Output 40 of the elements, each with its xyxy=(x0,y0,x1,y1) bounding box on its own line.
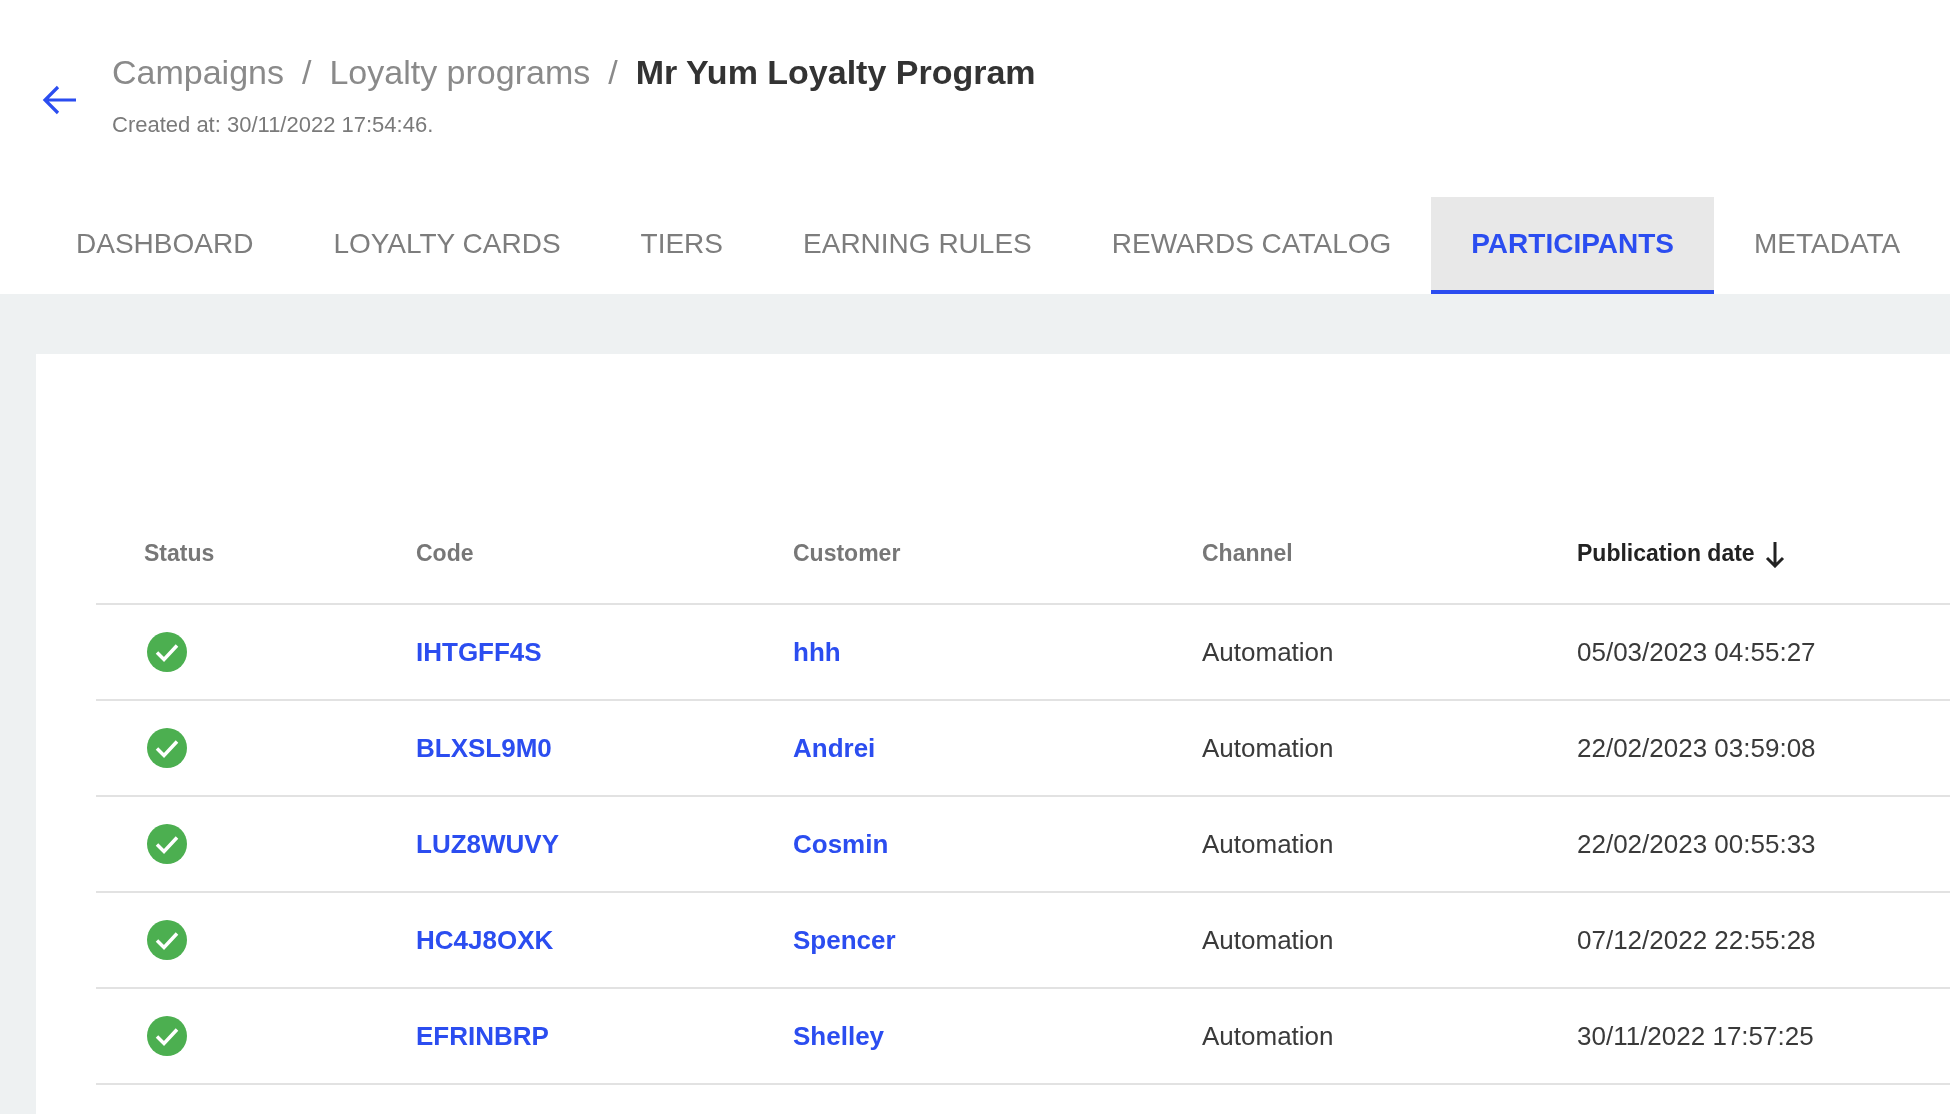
date-text: 30/11/2022 17:57:25 xyxy=(1577,1020,1814,1051)
channel-text: Automation xyxy=(1202,924,1334,955)
date-text: 05/03/2023 04:55:27 xyxy=(1577,636,1816,667)
customer-link[interactable]: Cosmin xyxy=(793,828,889,859)
breadcrumb-link[interactable]: Campaigns xyxy=(112,46,284,98)
code-link[interactable]: LUZ8WUVY xyxy=(416,828,559,859)
breadcrumb-separator: / xyxy=(608,51,618,93)
code-link[interactable]: HC4J8OXK xyxy=(416,924,554,955)
tab[interactable]: LOYALTY CARDS xyxy=(293,197,601,294)
date-text: 22/02/2023 03:59:08 xyxy=(1577,732,1816,763)
code-link[interactable]: IHTGFF4S xyxy=(416,636,542,667)
tab[interactable]: PARTICIPANTS xyxy=(1431,197,1714,294)
tab[interactable]: TIERS xyxy=(600,197,764,294)
tab[interactable]: DASHBOARD xyxy=(36,197,294,294)
channel-text: Automation xyxy=(1202,636,1334,667)
channel-text: Automation xyxy=(1202,1020,1334,1051)
customer-link[interactable]: hhh xyxy=(793,636,841,667)
breadcrumb-current: Mr Yum Loyalty Program xyxy=(635,51,1036,93)
channel-text: Automation xyxy=(1202,732,1334,763)
column-header[interactable]: Publication date xyxy=(1577,536,1755,571)
column-header[interactable]: Status xyxy=(144,536,215,571)
tab[interactable]: REWARDS CATALOG xyxy=(1071,197,1432,294)
column-header[interactable]: Code xyxy=(416,536,474,571)
back-arrow-icon xyxy=(42,84,78,116)
date-text: 07/12/2022 22:55:28 xyxy=(1577,924,1816,955)
date-text: 22/02/2023 00:55:33 xyxy=(1577,828,1816,859)
tab[interactable]: METADATA xyxy=(1714,197,1941,294)
tab[interactable]: EARNING RULES xyxy=(763,197,1072,294)
code-link[interactable]: EFRINBRP xyxy=(416,1020,549,1051)
column-header[interactable]: Channel xyxy=(1202,536,1293,571)
breadcrumb-link[interactable]: Loyalty programs xyxy=(329,46,591,98)
created-at-text: Created at: 30/11/2022 17:54:46. xyxy=(112,111,435,139)
customer-link[interactable]: Spencer xyxy=(793,924,896,955)
customer-link[interactable]: Andrei xyxy=(793,732,876,763)
sort-arrow-icon[interactable] xyxy=(1764,539,1785,568)
customer-link[interactable]: Shelley xyxy=(793,1020,885,1051)
breadcrumb-separator: / xyxy=(302,51,312,93)
code-link[interactable]: BLXSL9M0 xyxy=(416,732,552,763)
channel-text: Automation xyxy=(1202,828,1334,859)
column-header[interactable]: Customer xyxy=(793,536,901,571)
